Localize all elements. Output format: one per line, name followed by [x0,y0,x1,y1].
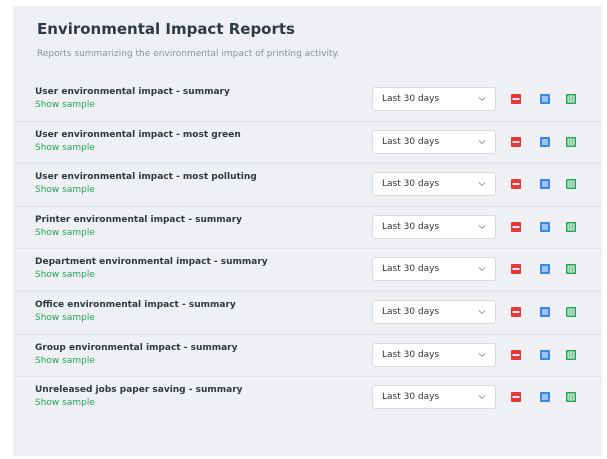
show-sample-link[interactable]: Show sample [35,185,95,195]
chevron-down-icon [478,224,486,230]
report-row: User environmental impact - most green S… [13,122,602,165]
period-select[interactable]: Last 30 days [372,214,496,239]
spreadsheet-icon[interactable] [566,94,576,104]
report-name: Unreleased jobs paper saving - summary [35,385,243,396]
pdf-icon[interactable] [511,392,521,403]
chevron-down-icon [478,352,486,357]
spreadsheet-icon[interactable] [566,136,576,147]
page-title: Environmental Impact Reports [37,20,295,38]
period-select[interactable]: Last 30 days [372,342,496,367]
report-row: Printer environmental impact - summary S… [13,207,602,250]
pdf-icon[interactable] [511,94,521,104]
document-icon[interactable] [540,221,550,232]
show-sample-link[interactable]: Show sample [35,270,95,280]
period-select[interactable]: Last 30 days [372,87,496,111]
document-icon[interactable] [540,392,550,403]
period-select[interactable]: Last 30 days [372,385,496,410]
report-row: Group environmental impact - summary Sho… [13,335,602,378]
report-name: User environmental impact - most polluti… [35,172,257,183]
pdf-icon[interactable] [511,264,521,275]
report-name: Department environmental impact - summar… [35,257,268,268]
report-row: Department environmental impact - summar… [13,249,602,292]
report-name: User environmental impact - most green [35,129,241,140]
chevron-down-icon [478,267,486,272]
chevron-down-icon [478,97,486,102]
report-name: User environmental impact - summary [35,87,230,97]
spreadsheet-icon[interactable] [566,392,576,403]
period-select-value: Last 30 days [382,136,440,147]
report-list: User environmental impact - summary Show… [13,79,602,420]
document-icon[interactable] [540,136,550,147]
spreadsheet-icon[interactable] [566,221,576,232]
show-sample-link[interactable]: Show sample [35,100,95,110]
report-name: Printer environmental impact - summary [35,214,242,225]
show-sample-link[interactable]: Show sample [35,228,95,238]
period-select-value: Last 30 days [382,94,440,104]
pdf-icon[interactable] [511,306,521,317]
report-name: Group environmental impact - summary [35,342,238,353]
document-icon[interactable] [540,264,550,275]
period-select-value: Last 30 days [382,264,440,275]
report-row: Office environmental impact - summary Sh… [13,292,602,335]
document-icon[interactable] [540,306,550,317]
period-select-value: Last 30 days [382,306,440,317]
show-sample-link[interactable]: Show sample [35,398,95,408]
spreadsheet-icon[interactable] [566,306,576,317]
show-sample-link[interactable]: Show sample [35,313,95,323]
report-row: User environmental impact - summary Show… [13,79,602,122]
spreadsheet-icon[interactable] [566,264,576,275]
period-select[interactable]: Last 30 days [372,129,496,154]
period-select[interactable]: Last 30 days [372,172,496,197]
period-select-value: Last 30 days [382,349,440,360]
spreadsheet-icon[interactable] [566,349,576,360]
period-select-value: Last 30 days [382,221,440,232]
period-select-value: Last 30 days [382,179,440,190]
environmental-reports-panel: Environmental Impact Reports Reports sum… [13,6,602,456]
chevron-down-icon [478,310,486,315]
pdf-icon[interactable] [511,136,521,147]
show-sample-link[interactable]: Show sample [35,143,95,153]
period-select-value: Last 30 days [382,392,440,403]
page-subtitle: Reports summarizing the environmental im… [37,49,340,59]
period-select[interactable]: Last 30 days [372,299,496,324]
document-icon[interactable] [540,94,550,104]
chevron-down-icon [478,139,486,144]
show-sample-link[interactable]: Show sample [35,356,95,366]
spreadsheet-icon[interactable] [566,179,576,190]
chevron-down-icon [478,395,486,400]
chevron-down-icon [478,182,486,187]
panel-header: Environmental Impact Reports Reports sum… [13,6,602,74]
report-row: Unreleased jobs paper saving - summary S… [13,377,602,420]
document-icon[interactable] [540,349,550,360]
pdf-icon[interactable] [511,221,521,232]
pdf-icon[interactable] [511,349,521,360]
report-row: User environmental impact - most polluti… [13,164,602,207]
report-name: Office environmental impact - summary [35,299,236,310]
period-select[interactable]: Last 30 days [372,257,496,282]
document-icon[interactable] [540,179,550,190]
pdf-icon[interactable] [511,179,521,190]
